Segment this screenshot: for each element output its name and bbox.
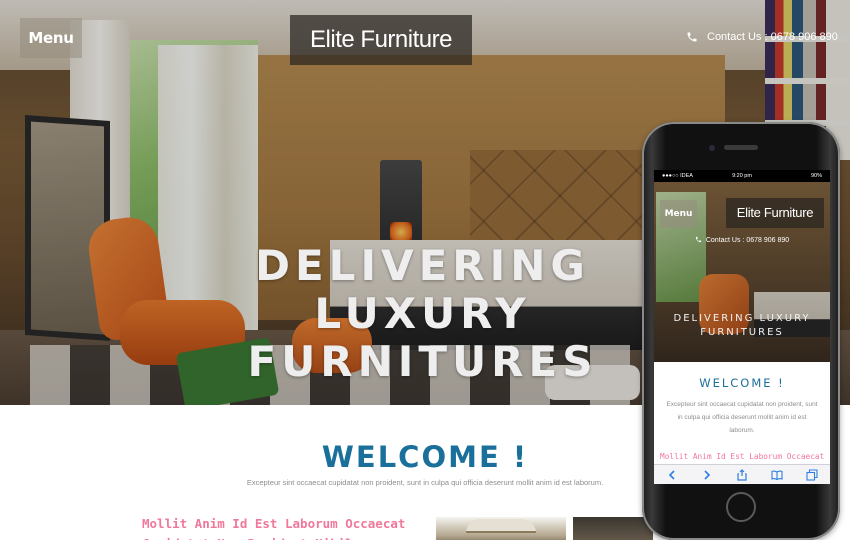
umbrella-shape [466, 519, 536, 533]
earpiece-speaker [724, 145, 758, 150]
tabs-icon[interactable] [805, 468, 819, 482]
article-image-interior[interactable] [573, 517, 653, 540]
site-logo[interactable]: Elite Furniture [290, 15, 472, 65]
mobile-menu-button[interactable]: Menu [660, 200, 697, 228]
share-icon[interactable] [735, 468, 749, 482]
phone-icon [695, 236, 701, 243]
mobile-headline-line1: DELIVERING LUXURY [673, 313, 811, 324]
hero-headline: DELIVERING LUXURY FURNITURES [190, 242, 655, 386]
battery-level: 90% [810, 173, 822, 179]
article-image-patio[interactable] [436, 517, 566, 540]
hero-headline-line2: FURNITURES [247, 337, 598, 386]
article-heading[interactable]: Mollit Anim Id Est Laborum Occaecat Cupi… [142, 514, 422, 540]
phone-screen: ●●●○○ IDEA 9:20 pm 90% Menu Elite Furnit… [654, 170, 830, 484]
safari-toolbar [654, 464, 830, 484]
status-bar: ●●●○○ IDEA 9:20 pm 90% [654, 170, 830, 182]
contact-text: Contact Us : 0678 906 890 [707, 31, 838, 43]
mobile-contact-text: Contact Us : 0678 906 890 [705, 237, 790, 244]
home-button[interactable] [726, 492, 756, 522]
mobile-article-heading[interactable]: Mollit Anim Id Est Laborum Occaecat [660, 452, 830, 461]
back-icon[interactable] [665, 468, 679, 482]
mobile-contact-info[interactable]: Contact Us : 0678 906 890 [654, 236, 830, 244]
phone-mockup: ●●●○○ IDEA 9:20 pm 90% Menu Elite Furnit… [642, 122, 840, 540]
phone-icon [687, 32, 697, 42]
bookmarks-icon[interactable] [770, 468, 784, 482]
mobile-hero: Menu Elite Furniture Contact Us : 0678 9… [654, 182, 830, 362]
status-time: 9:20 pm [732, 173, 752, 179]
mobile-welcome-title: WELCOME ! [699, 376, 785, 390]
menu-button[interactable]: Menu [20, 18, 82, 58]
contact-info[interactable]: Contact Us : 0678 906 890 [686, 31, 838, 43]
mobile-welcome-text: Excepteur sint occaecat cupidatat non pr… [666, 401, 818, 434]
forward-icon[interactable] [700, 468, 714, 482]
mobile-hero-headline: DELIVERING LUXURY FURNITURES [654, 312, 830, 340]
hero-headline-line1: DELIVERING LUXURY [255, 241, 590, 338]
mobile-site-logo[interactable]: Elite Furniture [726, 198, 824, 228]
mobile-headline-line2: FURNITURES [700, 327, 784, 338]
front-camera [709, 145, 715, 151]
